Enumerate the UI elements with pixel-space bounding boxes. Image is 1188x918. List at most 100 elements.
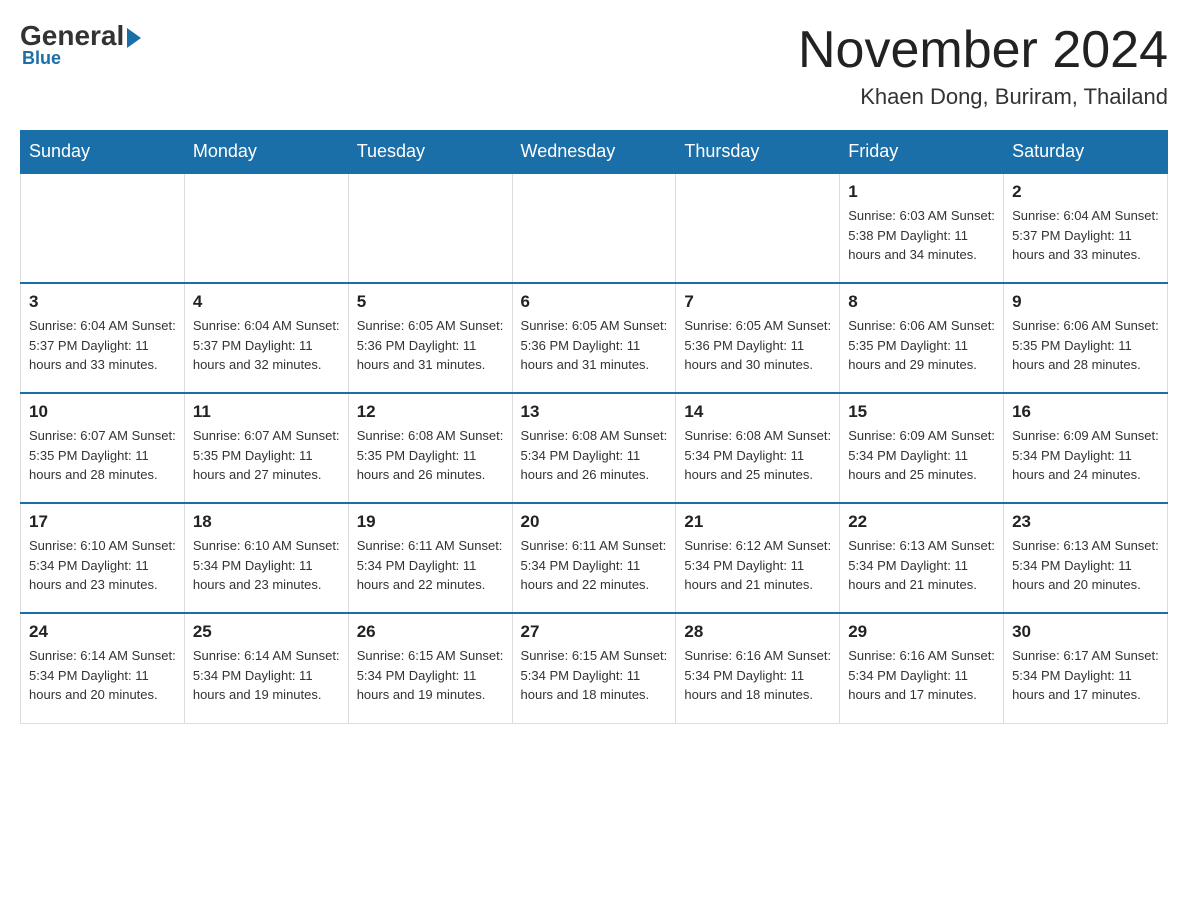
day-number: 20 [521,512,668,532]
calendar-cell: 20 Sunrise: 6:11 AM Sunset: 5:34 PM Dayli… [512,503,676,613]
day-number: 7 [684,292,831,312]
day-info: Sunrise: 6:06 AM Sunset: 5:35 PM Dayligh… [848,316,995,375]
calendar-header: Sunday Monday Tuesday Wednesday Thursday… [21,131,1168,174]
title-section: November 2024 Khaen Dong, Buriram, Thail… [798,20,1168,110]
header-thursday: Thursday [676,131,840,174]
calendar-cell: 27 Sunrise: 6:15 AM Sunset: 5:34 PM Dayli… [512,613,676,723]
calendar-cell: 2Sunrise: 6:04 AM Sunset: 5:37 PM Daylig… [1004,173,1168,283]
day-info: Sunrise: 6:15 AM Sunset: 5:34 PM Dayligh… [357,646,504,705]
header-friday: Friday [840,131,1004,174]
day-number: 9 [1012,292,1159,312]
day-number: 13 [521,402,668,422]
calendar-cell: 28 Sunrise: 6:16 AM Sunset: 5:34 PM Dayli… [676,613,840,723]
header-sunday: Sunday [21,131,185,174]
calendar-cell: 18 Sunrise: 6:10 AM Sunset: 5:34 PM Dayli… [184,503,348,613]
calendar-cell [21,173,185,283]
day-number: 15 [848,402,995,422]
day-number: 29 [848,622,995,642]
day-info: Sunrise: 6:16 AM Sunset: 5:34 PM Dayligh… [684,646,831,705]
calendar-cell: 3 Sunrise: 6:04 AM Sunset: 5:37 PM Daylig… [21,283,185,393]
calendar-cell: 10 Sunrise: 6:07 AM Sunset: 5:35 PM Dayli… [21,393,185,503]
day-info: Sunrise: 6:05 AM Sunset: 5:36 PM Dayligh… [684,316,831,375]
day-info: Sunrise: 6:15 AM Sunset: 5:34 PM Dayligh… [521,646,668,705]
calendar-cell: 25Sunrise: 6:14 AM Sunset: 5:34 PM Dayli… [184,613,348,723]
day-info: Sunrise: 6:11 AM Sunset: 5:34 PM Dayligh… [521,536,668,595]
day-number: 14 [684,402,831,422]
calendar-week-5: 24Sunrise: 6:14 AM Sunset: 5:34 PM Dayli… [21,613,1168,723]
day-header-row: Sunday Monday Tuesday Wednesday Thursday… [21,131,1168,174]
day-info: Sunrise: 6:08 AM Sunset: 5:34 PM Dayligh… [521,426,668,485]
day-number: 18 [193,512,340,532]
calendar-cell: 4 Sunrise: 6:04 AM Sunset: 5:37 PM Daylig… [184,283,348,393]
calendar-cell: 8 Sunrise: 6:06 AM Sunset: 5:35 PM Daylig… [840,283,1004,393]
day-number: 16 [1012,402,1159,422]
calendar-week-2: 3 Sunrise: 6:04 AM Sunset: 5:37 PM Daylig… [21,283,1168,393]
calendar-cell: 30Sunrise: 6:17 AM Sunset: 5:34 PM Dayli… [1004,613,1168,723]
calendar-cell: 24Sunrise: 6:14 AM Sunset: 5:34 PM Dayli… [21,613,185,723]
calendar-cell: 16Sunrise: 6:09 AM Sunset: 5:34 PM Dayli… [1004,393,1168,503]
calendar-cell: 19Sunrise: 6:11 AM Sunset: 5:34 PM Dayli… [348,503,512,613]
day-info: Sunrise: 6:12 AM Sunset: 5:34 PM Dayligh… [684,536,831,595]
day-number: 12 [357,402,504,422]
day-number: 1 [848,182,995,202]
calendar-cell: 22 Sunrise: 6:13 AM Sunset: 5:34 PM Dayli… [840,503,1004,613]
day-info: Sunrise: 6:08 AM Sunset: 5:35 PM Dayligh… [357,426,504,485]
location-title: Khaen Dong, Buriram, Thailand [798,84,1168,110]
day-info: Sunrise: 6:07 AM Sunset: 5:35 PM Dayligh… [29,426,176,485]
day-number: 10 [29,402,176,422]
header-wednesday: Wednesday [512,131,676,174]
day-info: Sunrise: 6:16 AM Sunset: 5:34 PM Dayligh… [848,646,995,705]
day-number: 5 [357,292,504,312]
calendar-cell [512,173,676,283]
day-info: Sunrise: 6:06 AM Sunset: 5:35 PM Dayligh… [1012,316,1159,375]
calendar-cell: 13 Sunrise: 6:08 AM Sunset: 5:34 PM Dayli… [512,393,676,503]
header-saturday: Saturday [1004,131,1168,174]
calendar-week-3: 10 Sunrise: 6:07 AM Sunset: 5:35 PM Dayli… [21,393,1168,503]
day-number: 3 [29,292,176,312]
month-title: November 2024 [798,20,1168,80]
day-number: 4 [193,292,340,312]
day-info: Sunrise: 6:05 AM Sunset: 5:36 PM Dayligh… [357,316,504,375]
day-number: 8 [848,292,995,312]
day-info: Sunrise: 6:10 AM Sunset: 5:34 PM Dayligh… [193,536,340,595]
day-info: Sunrise: 6:03 AM Sunset: 5:38 PM Dayligh… [848,206,995,265]
day-info: Sunrise: 6:04 AM Sunset: 5:37 PM Dayligh… [193,316,340,375]
day-info: Sunrise: 6:05 AM Sunset: 5:36 PM Dayligh… [521,316,668,375]
day-number: 28 [684,622,831,642]
day-number: 11 [193,402,340,422]
calendar-cell: 21 Sunrise: 6:12 AM Sunset: 5:34 PM Dayli… [676,503,840,613]
calendar-body: 1 Sunrise: 6:03 AM Sunset: 5:38 PM Daylig… [21,173,1168,723]
calendar-cell: 26Sunrise: 6:15 AM Sunset: 5:34 PM Dayli… [348,613,512,723]
calendar-week-4: 17Sunrise: 6:10 AM Sunset: 5:34 PM Dayli… [21,503,1168,613]
page-header: General Blue November 2024 Khaen Dong, B… [20,20,1168,110]
day-info: Sunrise: 6:13 AM Sunset: 5:34 PM Dayligh… [848,536,995,595]
logo-arrow-icon [127,28,141,48]
day-info: Sunrise: 6:10 AM Sunset: 5:34 PM Dayligh… [29,536,176,595]
calendar-cell: 1 Sunrise: 6:03 AM Sunset: 5:38 PM Daylig… [840,173,1004,283]
calendar-cell: 11 Sunrise: 6:07 AM Sunset: 5:35 PM Dayli… [184,393,348,503]
day-info: Sunrise: 6:09 AM Sunset: 5:34 PM Dayligh… [848,426,995,485]
calendar-cell: 9 Sunrise: 6:06 AM Sunset: 5:35 PM Daylig… [1004,283,1168,393]
calendar-cell: 23Sunrise: 6:13 AM Sunset: 5:34 PM Dayli… [1004,503,1168,613]
calendar-cell: 15 Sunrise: 6:09 AM Sunset: 5:34 PM Dayli… [840,393,1004,503]
calendar-cell [676,173,840,283]
day-info: Sunrise: 6:17 AM Sunset: 5:34 PM Dayligh… [1012,646,1159,705]
logo-blue-text: Blue [22,48,61,69]
calendar-cell: 29 Sunrise: 6:16 AM Sunset: 5:34 PM Dayli… [840,613,1004,723]
calendar-week-1: 1 Sunrise: 6:03 AM Sunset: 5:38 PM Daylig… [21,173,1168,283]
calendar-cell: 6 Sunrise: 6:05 AM Sunset: 5:36 PM Daylig… [512,283,676,393]
day-number: 6 [521,292,668,312]
calendar-cell: 17Sunrise: 6:10 AM Sunset: 5:34 PM Dayli… [21,503,185,613]
calendar-cell: 5 Sunrise: 6:05 AM Sunset: 5:36 PM Daylig… [348,283,512,393]
header-tuesday: Tuesday [348,131,512,174]
logo: General Blue [20,20,141,69]
day-number: 22 [848,512,995,532]
day-info: Sunrise: 6:08 AM Sunset: 5:34 PM Dayligh… [684,426,831,485]
day-info: Sunrise: 6:07 AM Sunset: 5:35 PM Dayligh… [193,426,340,485]
day-number: 21 [684,512,831,532]
day-number: 27 [521,622,668,642]
day-number: 24 [29,622,176,642]
day-number: 23 [1012,512,1159,532]
calendar-cell [348,173,512,283]
day-info: Sunrise: 6:04 AM Sunset: 5:37 PM Dayligh… [29,316,176,375]
